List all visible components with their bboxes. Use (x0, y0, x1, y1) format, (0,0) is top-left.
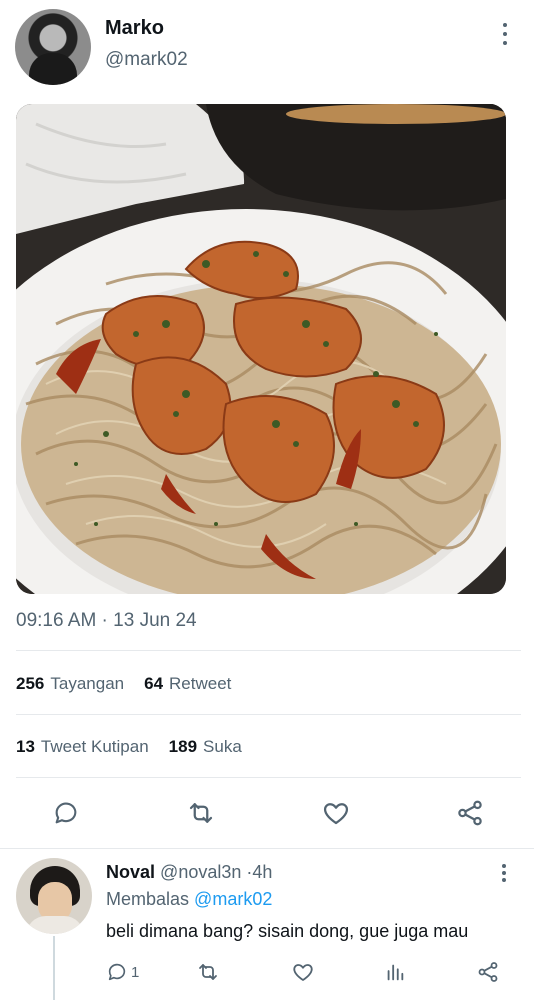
likes-count: 189 (168, 737, 198, 756)
reply-text: beli dimana bang? sisain dong, gue juga … (106, 921, 469, 941)
heart-icon[interactable] (291, 958, 315, 986)
reply-header: Noval @noval3n ·4h (106, 862, 272, 883)
views-count: 256 (16, 674, 45, 693)
reply-time[interactable]: 4h (252, 862, 272, 882)
post-action-bar (16, 795, 521, 831)
reply-button[interactable]: 1 (106, 958, 139, 986)
replying-to-mention[interactable]: @mark02 (194, 889, 272, 909)
retweet-icon[interactable] (183, 795, 219, 831)
reply-icon (108, 963, 126, 981)
stats-row-views-retweets: 256 Tayangan 64 Retweet (16, 674, 251, 694)
divider (0, 848, 534, 849)
replying-to: Membalas @mark02 (106, 889, 272, 910)
share-icon[interactable] (476, 958, 500, 986)
author-name[interactable]: Marko (105, 17, 164, 40)
reply-author-handle[interactable]: @noval3n (160, 862, 241, 882)
likes-label: Suka (203, 737, 242, 756)
likes-stat[interactable]: 189 Suka (169, 737, 242, 757)
views-icon[interactable] (384, 958, 406, 986)
stats-row-quotes-likes: 13 Tweet Kutipan 189 Suka (16, 737, 262, 757)
post-header: Marko @mark02 (15, 9, 521, 89)
views-label: Tayangan (50, 674, 125, 693)
author-handle[interactable]: @mark02 (105, 49, 188, 71)
retweets-label: Retweet (169, 674, 232, 693)
more-vertical-icon[interactable] (501, 23, 509, 45)
divider (16, 650, 521, 651)
share-icon[interactable] (452, 795, 488, 831)
thread-line (53, 936, 55, 1000)
replying-to-prefix: Membalas (106, 889, 190, 909)
reply-author-name[interactable]: Noval (106, 862, 155, 882)
quote-tweets-stat[interactable]: 13 Tweet Kutipan (16, 737, 149, 757)
reply-action-bar: 1 (106, 958, 506, 986)
views-stat[interactable]: 256 Tayangan (16, 674, 124, 694)
heart-icon[interactable] (318, 795, 354, 831)
post-timestamp[interactable]: 09:16 AM · 13 Jun 24 (16, 610, 197, 632)
retweet-icon[interactable] (196, 958, 220, 986)
quote-tweets-label: Tweet Kutipan (40, 737, 149, 756)
avatar[interactable] (16, 858, 92, 934)
retweets-count: 64 (144, 674, 164, 693)
more-vertical-icon[interactable] (500, 864, 508, 882)
divider (16, 777, 521, 778)
retweets-stat[interactable]: 64 Retweet (144, 674, 231, 694)
post-photo[interactable] (16, 104, 506, 594)
quote-tweets-count: 13 (16, 737, 35, 756)
reply-count: 1 (131, 963, 140, 981)
avatar[interactable] (15, 9, 91, 85)
divider (16, 714, 521, 715)
reply-icon[interactable] (48, 795, 84, 831)
